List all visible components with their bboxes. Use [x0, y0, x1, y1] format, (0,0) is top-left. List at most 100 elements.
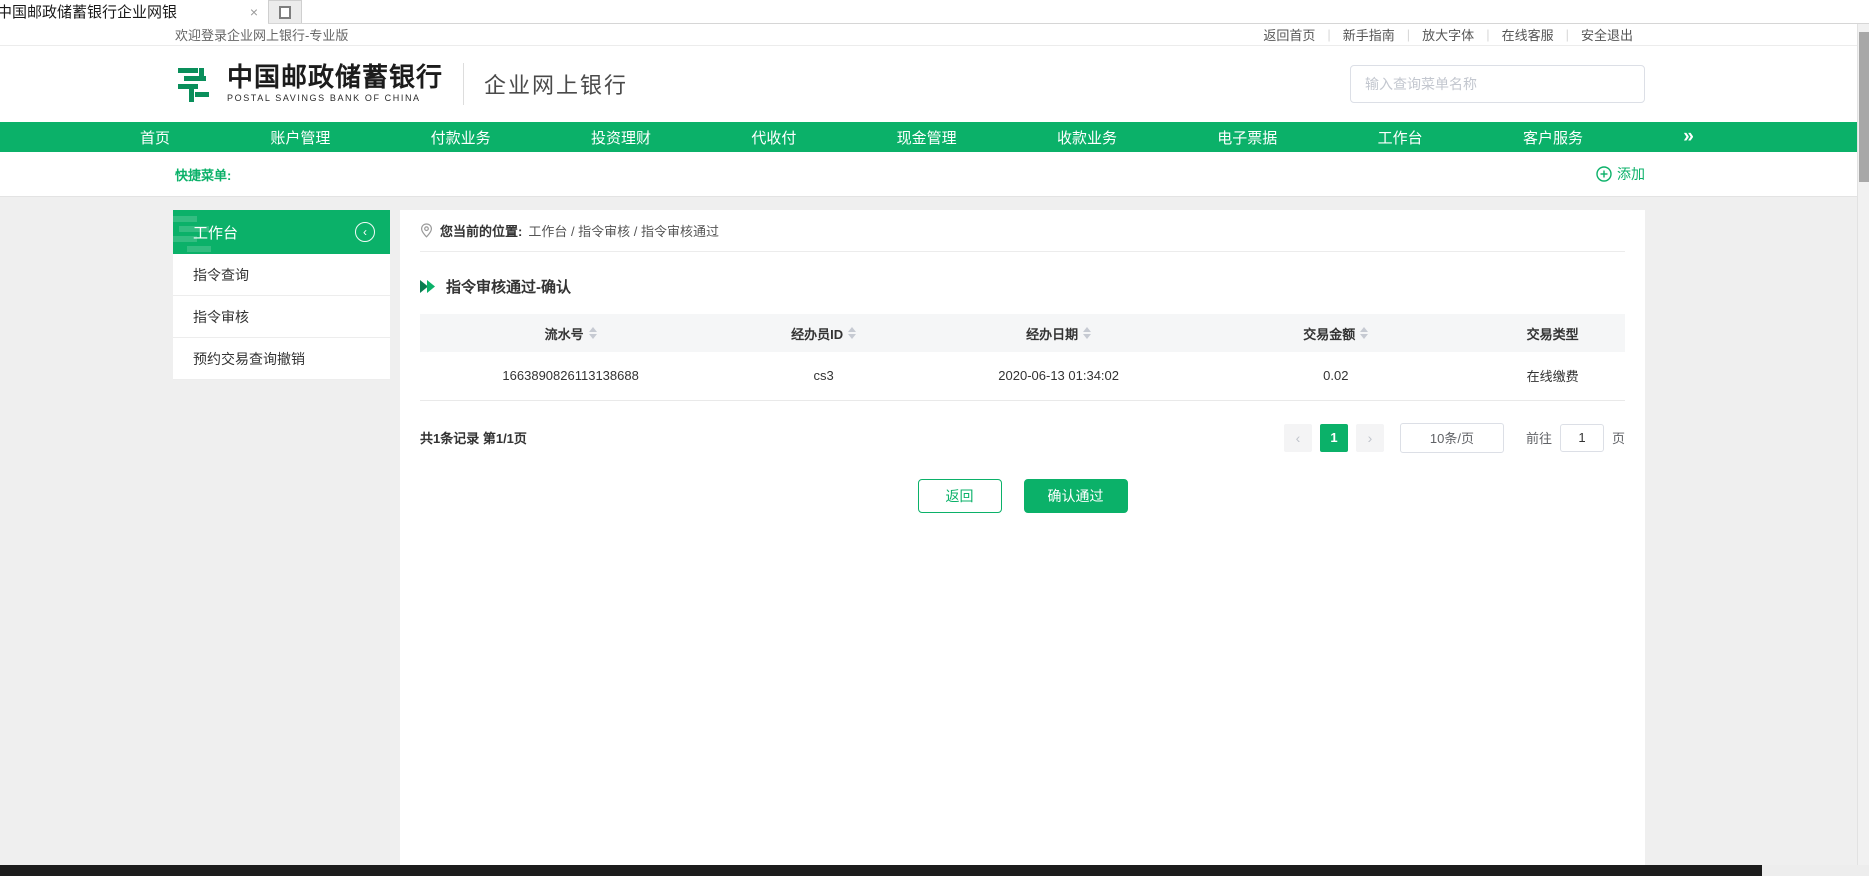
bottom-bar	[0, 865, 1869, 876]
confirm-pass-button[interactable]: 确认通过	[1024, 479, 1128, 513]
sort-icon[interactable]	[848, 327, 856, 339]
new-tab-icon	[279, 6, 291, 19]
goto-suffix: 页	[1612, 428, 1625, 447]
double-arrow-icon	[420, 280, 437, 293]
quick-menu-add-label: 添加	[1617, 164, 1645, 184]
sidebar-item-label: 预约交易查询撤销	[193, 349, 305, 369]
col-header-operation-date[interactable]: 经办日期	[926, 314, 1191, 352]
main-panel: 您当前的位置: 工作台 / 指令审核 / 指令审核通过 指令审核通过-确认	[400, 210, 1645, 865]
breadcrumb: 您当前的位置: 工作台 / 指令审核 / 指令审核通过	[420, 210, 1625, 252]
cell-serial-number: 1663890826113138688	[420, 352, 721, 400]
top-links: 返回首页 | 新手指南 | 放大字体 | 在线客服 | 安全退出	[1251, 25, 1645, 44]
sort-icon[interactable]	[1360, 327, 1368, 339]
cell-transaction-type: 在线缴费	[1480, 352, 1625, 400]
nav-item-payment[interactable]: 付款业务	[431, 127, 491, 148]
tab-title: 中国邮政储蓄银行企业网银	[0, 1, 246, 22]
link-enlarge-font[interactable]: 放大字体	[1410, 25, 1486, 44]
bank-logo: 中国邮政储蓄银行 POSTAL SAVINGS BANK OF CHINA	[175, 63, 443, 105]
table-row[interactable]: 1663890826113138688 cs3 2020-06-13 01:34…	[420, 352, 1625, 400]
nav-item-account-management[interactable]: 账户管理	[270, 127, 330, 148]
col-header-transaction-type: 交易类型	[1480, 314, 1625, 352]
col-header-label: 经办员ID	[791, 324, 843, 343]
content-area: 工作台 ‹ 指令查询 指令审核 预约交易查询撤销	[0, 197, 1857, 865]
bank-logo-icon	[175, 63, 217, 105]
sidebar: 工作台 ‹ 指令查询 指令审核 预约交易查询撤销	[173, 210, 390, 380]
page: 欢迎登录企业网上银行-专业版 返回首页 | 新手指南 | 放大字体 | 在线客服…	[0, 24, 1857, 865]
welcome-text: 欢迎登录企业网上银行-专业版	[175, 25, 348, 44]
screen: 中国邮政储蓄银行企业网银 × 欢迎登录企业网上银行-专业版 返回首页 | 新手指…	[0, 0, 1869, 876]
pagination-bar: 共1条记录 第1/1页 ‹ 1 › 10条/页 前往 页	[420, 423, 1625, 453]
cell-transaction-amount: 0.02	[1191, 352, 1480, 400]
sidebar-item-instruction-review[interactable]: 指令审核	[173, 296, 390, 338]
main-nav: 首页 账户管理 付款业务 投资理财 代收付 现金管理 收款业务 电子票据 工作台…	[0, 122, 1857, 152]
vertical-scrollbar[interactable]	[1857, 24, 1869, 865]
col-header-operator-id[interactable]: 经办员ID	[721, 314, 926, 352]
chevron-left-icon: ‹	[363, 225, 367, 239]
bank-name-en: POSTAL SAVINGS BANK OF CHINA	[227, 94, 443, 104]
link-safe-logout[interactable]: 安全退出	[1569, 25, 1645, 44]
breadcrumb-path: 工作台 / 指令审核 / 指令审核通过	[528, 221, 719, 240]
browser-tab-bar: 中国邮政储蓄银行企业网银 ×	[0, 0, 1869, 24]
cell-operator-id: cs3	[721, 352, 926, 400]
sidebar-item-label: 指令审核	[193, 307, 249, 327]
breadcrumb-label: 您当前的位置:	[440, 221, 522, 240]
browser-tab[interactable]: 中国邮政储蓄银行企业网银 ×	[0, 0, 268, 24]
col-header-label: 交易金额	[1303, 324, 1355, 343]
nav-more-icon[interactable]: »	[1683, 126, 1692, 148]
new-tab-button[interactable]	[268, 0, 302, 23]
quick-menu-label: 快捷菜单:	[175, 165, 231, 184]
back-button[interactable]: 返回	[918, 479, 1002, 513]
welcome-bar: 欢迎登录企业网上银行-专业版 返回首页 | 新手指南 | 放大字体 | 在线客服…	[0, 24, 1857, 46]
col-header-transaction-amount[interactable]: 交易金额	[1191, 314, 1480, 352]
current-page-button[interactable]: 1	[1320, 424, 1348, 452]
sidebar-item-label: 指令查询	[193, 265, 249, 285]
instruction-table: 流水号 经办员ID 经办日期	[420, 314, 1625, 401]
nav-item-home[interactable]: 首页	[140, 127, 170, 148]
sidebar-item-instruction-query[interactable]: 指令查询	[173, 254, 390, 296]
goto-label: 前往	[1526, 428, 1552, 447]
action-buttons: 返回 确认通过	[400, 479, 1645, 513]
sidebar-collapse-button[interactable]: ‹	[355, 222, 375, 242]
record-summary: 共1条记录 第1/1页	[420, 428, 527, 447]
col-header-label: 经办日期	[1026, 324, 1078, 343]
quick-menu-bar: 快捷菜单: 添加	[0, 152, 1857, 197]
bank-name-cn: 中国邮政储蓄银行	[227, 64, 443, 93]
nav-item-workbench[interactable]: 工作台	[1378, 127, 1423, 148]
next-page-button[interactable]: ›	[1356, 424, 1384, 452]
col-header-label: 流水号	[545, 324, 584, 343]
site-header: 中国邮政储蓄银行 POSTAL SAVINGS BANK OF CHINA 企业…	[0, 46, 1857, 122]
sort-icon[interactable]	[589, 327, 597, 339]
nav-item-e-bills[interactable]: 电子票据	[1217, 127, 1277, 148]
section-title-text: 指令审核通过-确认	[446, 276, 571, 297]
link-online-service[interactable]: 在线客服	[1490, 25, 1566, 44]
bank-names: 中国邮政储蓄银行 POSTAL SAVINGS BANK OF CHINA	[227, 64, 443, 104]
nav-item-collection-payment[interactable]: 代收付	[751, 127, 796, 148]
prev-page-button[interactable]: ‹	[1284, 424, 1312, 452]
nav-item-receivables[interactable]: 收款业务	[1057, 127, 1117, 148]
col-header-serial-number[interactable]: 流水号	[420, 314, 721, 352]
sort-icon[interactable]	[1083, 327, 1091, 339]
quick-menu-add-button[interactable]: 添加	[1596, 164, 1645, 184]
link-beginner-guide[interactable]: 新手指南	[1331, 25, 1407, 44]
sidebar-item-reserved-transaction-cancel[interactable]: 预约交易查询撤销	[173, 338, 390, 380]
nav-item-investment[interactable]: 投资理财	[591, 127, 651, 148]
sidebar-watermark-icon	[173, 212, 227, 254]
tab-close-icon[interactable]: ×	[246, 5, 262, 19]
product-name: 企业网上银行	[484, 68, 628, 100]
cell-operation-date: 2020-06-13 01:34:02	[926, 352, 1191, 400]
table-header-row: 流水号 经办员ID 经办日期	[420, 314, 1625, 352]
nav-item-customer-service[interactable]: 客户服务	[1523, 127, 1583, 148]
sidebar-header-workbench[interactable]: 工作台 ‹	[173, 210, 390, 254]
section-title: 指令审核通过-确认	[420, 276, 1625, 296]
scrollbar-thumb[interactable]	[1859, 32, 1869, 182]
logo-divider	[463, 63, 464, 105]
circle-plus-icon	[1596, 166, 1612, 182]
col-header-label: 交易类型	[1527, 324, 1579, 343]
page-size-select[interactable]: 10条/页	[1400, 423, 1504, 453]
menu-search-input[interactable]	[1350, 65, 1645, 103]
goto-page-input[interactable]	[1560, 424, 1604, 452]
nav-item-cash-management[interactable]: 现金管理	[897, 127, 957, 148]
location-pin-icon	[420, 223, 433, 238]
link-return-home[interactable]: 返回首页	[1251, 25, 1327, 44]
bottom-bar-dark-strip	[0, 865, 1762, 876]
